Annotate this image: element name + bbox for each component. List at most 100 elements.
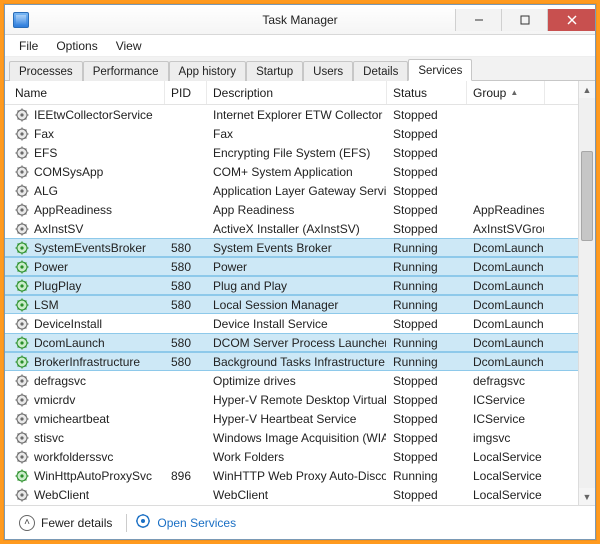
service-name: ALG [34, 184, 58, 198]
service-group [467, 105, 545, 124]
service-row[interactable]: SystemEventsBroker580System Events Broke… [5, 238, 578, 257]
services-content: Name PID Description Status Group ▲ IEEt… [5, 81, 595, 539]
gear-icon [15, 184, 29, 198]
service-pid [165, 428, 207, 447]
service-description: Internet Explorer ETW Collector S... [207, 105, 387, 124]
tab-startup[interactable]: Startup [246, 61, 303, 81]
gear-icon [15, 222, 29, 236]
service-group: AxInstSVGroup [467, 219, 545, 238]
service-pid: 580 [165, 353, 207, 370]
service-row[interactable]: BrokerInfrastructure580Background Tasks … [5, 352, 578, 371]
tab-processes[interactable]: Processes [9, 61, 83, 81]
menu-file[interactable]: File [11, 37, 46, 55]
col-header-group[interactable]: Group ▲ [467, 81, 545, 104]
service-row[interactable]: COMSysAppCOM+ System ApplicationStopped [5, 162, 578, 181]
service-pid [165, 143, 207, 162]
service-name: Fax [34, 127, 54, 141]
service-row[interactable]: vmicheartbeatHyper-V Heartbeat ServiceSt… [5, 409, 578, 428]
service-description: App Readiness [207, 200, 387, 219]
gear-icon [15, 450, 29, 464]
service-pid [165, 409, 207, 428]
service-group [467, 162, 545, 181]
tab-details[interactable]: Details [353, 61, 408, 81]
col-header-name[interactable]: Name [9, 81, 165, 104]
gear-icon [15, 374, 29, 388]
service-description: Optimize drives [207, 371, 387, 390]
service-group: LocalService [467, 447, 545, 466]
tab-performance[interactable]: Performance [83, 61, 169, 81]
menu-view[interactable]: View [108, 37, 150, 55]
service-row[interactable]: FaxFaxStopped [5, 124, 578, 143]
maximize-button[interactable] [501, 9, 547, 31]
service-row[interactable]: WinHttpAutoProxySvc896WinHTTP Web Proxy … [5, 466, 578, 485]
menu-options[interactable]: Options [48, 37, 105, 55]
fewer-details-label: Fewer details [41, 516, 112, 530]
close-button[interactable] [547, 9, 595, 31]
service-description: Work Folders [207, 447, 387, 466]
service-group: imgsvc [467, 428, 545, 447]
tab-services[interactable]: Services [408, 59, 472, 81]
service-row[interactable]: PlugPlay580Plug and PlayRunningDcomLaunc… [5, 276, 578, 295]
service-status: Stopped [387, 162, 467, 181]
gear-icon [15, 203, 29, 217]
service-description: DCOM Server Process Launcher [207, 334, 387, 351]
service-row[interactable]: AxInstSVActiveX Installer (AxInstSV)Stop… [5, 219, 578, 238]
col-header-pid[interactable]: PID [165, 81, 207, 104]
app-icon [13, 12, 29, 28]
service-row[interactable]: LSM580Local Session ManagerRunningDcomLa… [5, 295, 578, 314]
service-row[interactable]: defragsvcOptimize drivesStoppeddefragsvc [5, 371, 578, 390]
scroll-up-icon[interactable]: ▲ [579, 81, 595, 98]
window-controls [455, 9, 595, 31]
tab-app-history[interactable]: App history [169, 61, 247, 81]
service-group: DcomLaunch [467, 239, 545, 256]
service-description: COM+ System Application [207, 162, 387, 181]
service-row[interactable]: AppReadinessApp ReadinessStoppedAppReadi… [5, 200, 578, 219]
service-row[interactable]: WebClientWebClientStoppedLocalService [5, 485, 578, 504]
gear-icon [15, 165, 29, 179]
service-row[interactable]: vmicrdvHyper-V Remote Desktop Virtual...… [5, 390, 578, 409]
service-status: Stopped [387, 200, 467, 219]
service-row[interactable]: workfolderssvcWork FoldersStoppedLocalSe… [5, 447, 578, 466]
service-row[interactable]: EFSEncrypting File System (EFS)Stopped [5, 143, 578, 162]
service-group: LocalService [467, 466, 545, 485]
service-group: DcomLaunch [467, 258, 545, 275]
service-group: ICService [467, 409, 545, 428]
service-pid [165, 124, 207, 143]
service-row[interactable]: DcomLaunch580DCOM Server Process Launche… [5, 333, 578, 352]
service-group: DcomLaunch [467, 296, 545, 313]
service-row[interactable]: stisvcWindows Image Acquisition (WIA)Sto… [5, 428, 578, 447]
service-name: defragsvc [34, 374, 86, 388]
service-row[interactable]: IEEtwCollectorServiceInternet Explorer E… [5, 105, 578, 124]
gear-icon [15, 279, 29, 293]
service-description: Fax [207, 124, 387, 143]
service-pid [165, 219, 207, 238]
vertical-scrollbar[interactable]: ▲ ▼ [578, 81, 595, 505]
service-pid [165, 314, 207, 333]
scroll-thumb[interactable] [581, 151, 593, 241]
service-description: Application Layer Gateway Service [207, 181, 387, 200]
service-group: AppReadiness [467, 200, 545, 219]
service-name: SystemEventsBroker [34, 241, 146, 255]
col-header-status[interactable]: Status [387, 81, 467, 104]
service-group: DcomLaunch [467, 277, 545, 294]
col-header-description[interactable]: Description [207, 81, 387, 104]
minimize-button[interactable] [455, 9, 501, 31]
service-row[interactable]: DeviceInstallDevice Install ServiceStopp… [5, 314, 578, 333]
service-group: DcomLaunch [467, 314, 545, 333]
column-headers: Name PID Description Status Group ▲ [5, 81, 578, 105]
service-status: Running [387, 239, 467, 256]
tab-strip: ProcessesPerformanceApp historyStartupUs… [5, 57, 595, 81]
service-pid: 580 [165, 334, 207, 351]
service-row[interactable]: Power580PowerRunningDcomLaunch [5, 257, 578, 276]
service-group: DcomLaunch [467, 353, 545, 370]
service-status: Stopped [387, 181, 467, 200]
service-row[interactable]: ALG Application Layer Gateway ServiceStop… [5, 181, 578, 200]
task-manager-window: Task Manager File Options View Processes… [4, 4, 596, 540]
service-name: LSM [34, 298, 59, 312]
service-group: ICService [467, 390, 545, 409]
fewer-details-button[interactable]: ˄ Fewer details [13, 513, 118, 533]
open-services-link[interactable]: Open Services [135, 513, 236, 532]
tab-users[interactable]: Users [303, 61, 353, 81]
titlebar[interactable]: Task Manager [5, 5, 595, 35]
scroll-down-icon[interactable]: ▼ [579, 488, 595, 505]
